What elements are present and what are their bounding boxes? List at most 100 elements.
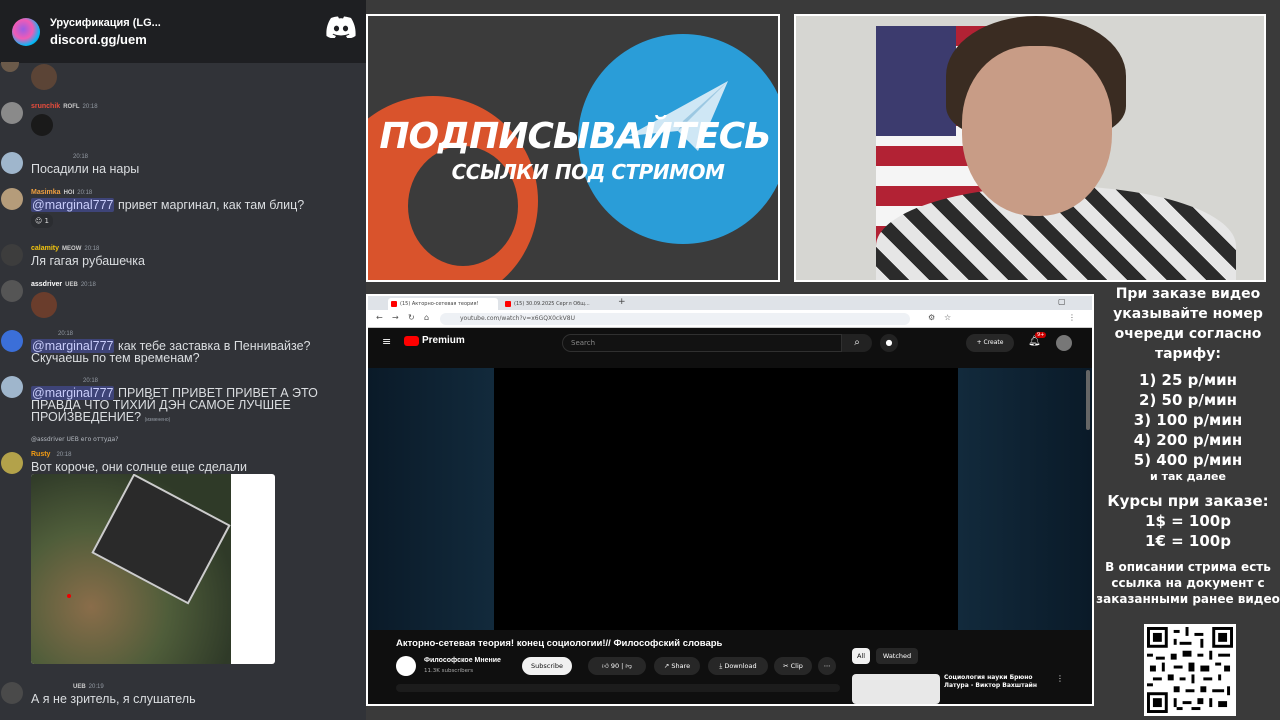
person-face [962,46,1112,216]
youtube-header: ≡ Premium Search ⌕ ● + Create 🔔︎ 9+ [368,328,1092,356]
scrollbar[interactable] [1086,370,1090,430]
extension-icon[interactable]: ⚙ [928,313,935,322]
account-avatar[interactable] [1056,335,1072,351]
promo-banner: ПОДПИСЫВАЙТЕСЬ ССЫЛКИ ПОД СТРИМОМ [366,14,780,282]
avatar [1,102,23,124]
share-button[interactable]: ↗ Share [654,657,700,675]
recommended-title[interactable]: Социология науки Брюно Латура - Виктор В… [944,674,1044,690]
user-badge: HOI [63,190,75,196]
attached-image[interactable] [31,474,275,664]
discord-chat-panel: Урусификация (LG... discord.gg/uem srunc… [0,0,366,720]
username[interactable]: Rusty [31,451,50,458]
avatar [1,244,23,266]
notification-badge: 9+ [1035,332,1047,338]
tariff-2: 2) 50 р/мин [1139,391,1237,409]
timestamp: 20:18 [73,154,89,160]
clip-button[interactable]: ✂ Clip [774,657,812,675]
promo-title: ПОДПИСЫВАЙТЕСЬ [379,116,771,157]
subscribe-button[interactable]: Subscribe [522,657,572,675]
timestamp: 20:18 [84,246,100,252]
back-icon[interactable]: ← [376,313,383,322]
hamburger-menu-icon[interactable]: ≡ [382,335,391,348]
subscriber-count: 11.3K subscribers [424,668,474,674]
timestamp: 20:18 [58,331,74,337]
message-text: Посадили на нары [31,162,140,176]
like-button[interactable]: 👍︎ 90 | 👎︎ [588,657,646,675]
chip-all[interactable]: All [852,648,870,664]
rate-usd: 1$ = 100р [1145,512,1231,530]
username[interactable]: Masimka [31,189,61,196]
chat-message: 20:18 Посадили на нары [0,150,366,178]
menu-dots-icon[interactable]: ⋮ [1068,313,1076,322]
forward-icon[interactable]: → [392,313,399,322]
server-icon [12,17,40,46]
chat-message: calamity MEOW 20:18 Ля гагая рубашечка [0,242,366,272]
chat-message: 20:18 @marginal777 как тебе заставка в П… [0,328,366,368]
more-actions-icon[interactable]: ⋯ [818,657,836,675]
discord-logo-icon [326,16,356,38]
mic-icon[interactable]: ● [880,334,898,352]
timestamp: 20:18 [56,452,72,458]
search-input[interactable]: Search [562,334,842,352]
tariff-3: 3) 100 р/мин [1133,411,1243,429]
home-icon[interactable]: ⌂ [424,313,429,322]
reply-preview[interactable]: @assdriver UEB его оттуда? [31,436,118,443]
download-button[interactable]: ⤓ Download [708,657,768,675]
avatar [1,452,23,474]
emote-image [31,292,57,318]
timestamp: 20:18 [83,378,99,384]
tab-bar: (15) Акторно-сетевая теория! (15) 30.09.… [368,296,1092,310]
more-vert-icon[interactable]: ⋮ [1056,674,1064,683]
new-tab-icon[interactable]: + [618,297,626,307]
rates-title: Курсы при заказе: [1107,492,1269,510]
emote-image [31,114,53,136]
message-text: А я не зритель, я слушатель [31,692,196,706]
reaction[interactable]: ☺ 1 [31,214,53,228]
chat-message: Masimka HOI 20:18 @marginal777 привет марг… [0,186,366,230]
browser-tab[interactable]: (15) 30.09.2025 Сергл Общ... [502,298,612,310]
username[interactable]: calamity [31,245,59,252]
video-player[interactable] [368,368,1092,630]
video-title: Акторно-сетевая теория! конец социологии… [396,638,723,649]
chat-message: @assdriver UEB его оттуда? Rusty 20:18 Во… [0,436,366,670]
chat-message: 20:18 @marginal777 ПРИВЕТ ПРИВЕТ ПРИВЕТ … [0,374,366,426]
timestamp: 20:18 [77,190,93,196]
browser-tab-active[interactable]: (15) Акторно-сетевая теория! [388,298,498,310]
browser-window: (15) Акторно-сетевая теория! (15) 30.09.… [366,294,1094,706]
chat-message: srunchik ROFL 20:18 [0,100,366,140]
recommended-thumbnail[interactable] [852,674,940,704]
timestamp: 20:18 [82,104,98,110]
avatar [1,188,23,210]
user-badge: ROFL [63,104,80,110]
order-info-panel: При заказе видео указывайте номер очеред… [1096,284,1280,720]
bookmark-icon[interactable]: ☆ [944,313,951,322]
username[interactable]: srunchik [31,103,60,110]
invite-link[interactable]: discord.gg/uem [50,32,161,47]
timestamp: 20:18 [80,282,96,288]
user-badge: UEB [65,282,78,288]
search-icon[interactable]: ⌕ [842,334,872,352]
window-maximize-icon[interactable]: ▢ [1058,297,1066,306]
create-button[interactable]: + Create [966,334,1014,352]
server-name: Урусификация (LG... [50,16,161,29]
chip-watched[interactable]: Watched [876,648,918,664]
address-bar-row: ← → ↻ ⌂ youtube.com/watch?v=x6GQX0ckV8U … [368,310,1092,328]
url-field[interactable]: youtube.com/watch?v=x6GQX0ckV8U [440,313,910,325]
reply-user: @assdriver [31,436,65,443]
reload-icon[interactable]: ↻ [408,313,415,322]
chat-message [0,62,366,92]
youtube-brand[interactable]: Premium [422,335,465,346]
message-text: привет маргинал, как там блиц? [114,198,305,212]
avatar [1,152,23,174]
username[interactable]: assdriver [31,281,62,288]
mention[interactable]: @marginal777 [31,198,115,212]
youtube-logo-icon[interactable] [404,336,419,346]
user-badge: MEOW [62,246,82,252]
rate-eur: 1€ = 100р [1145,532,1231,550]
reply-text: его оттуда? [80,436,119,443]
channel-avatar[interactable] [396,656,416,676]
avatar [1,376,23,398]
avatar [1,682,23,704]
channel-name[interactable]: Философское Мнение [424,657,501,664]
chat-message: UEB 20:19 А я не зритель, я слушатель [0,680,366,720]
